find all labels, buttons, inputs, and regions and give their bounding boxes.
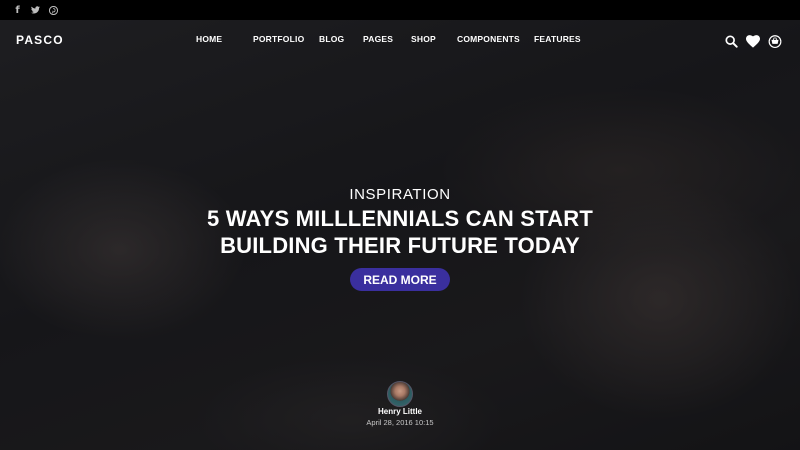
site-logo[interactable]: PASCO [16,33,64,47]
nav-icons [724,34,782,48]
read-more-button[interactable]: READ MORE [350,268,450,291]
twitter-icon[interactable] [31,5,40,15]
main-navbar: PASCO HOME PORTFOLIO BLOG PAGES SHOP COM… [0,20,800,60]
main-menu: HOME PORTFOLIO BLOG PAGES SHOP COMPONENT… [196,34,581,44]
menu-item-features[interactable]: FEATURES [534,34,581,44]
menu-item-pages[interactable]: PAGES [363,34,411,44]
pinterest-icon[interactable] [49,5,58,15]
post-category[interactable]: INSPIRATION [0,186,800,203]
search-icon[interactable] [724,34,738,48]
author-avatar[interactable] [387,381,413,407]
cart-icon[interactable] [768,34,782,48]
post-date: April 28, 2016 10:15 [366,418,434,427]
menu-item-home[interactable]: HOME [196,34,253,44]
menu-item-shop[interactable]: SHOP [411,34,457,44]
heart-icon[interactable] [746,34,760,48]
menu-item-blog[interactable]: BLOG [319,34,363,44]
facebook-icon[interactable]: f [13,5,22,16]
top-bar: f [0,0,800,20]
author-name[interactable]: Henry Little [0,407,800,416]
menu-item-portfolio[interactable]: PORTFOLIO [253,34,319,44]
post-title-line-1: 5 WAYS MILLLENNIALS CAN START [207,206,593,231]
menu-item-components[interactable]: COMPONENTS [457,34,534,44]
post-title[interactable]: 5 WAYS MILLLENNIALS CAN START BUILDING T… [0,205,800,259]
post-title-line-2: BUILDING THEIR FUTURE TODAY [220,233,580,258]
